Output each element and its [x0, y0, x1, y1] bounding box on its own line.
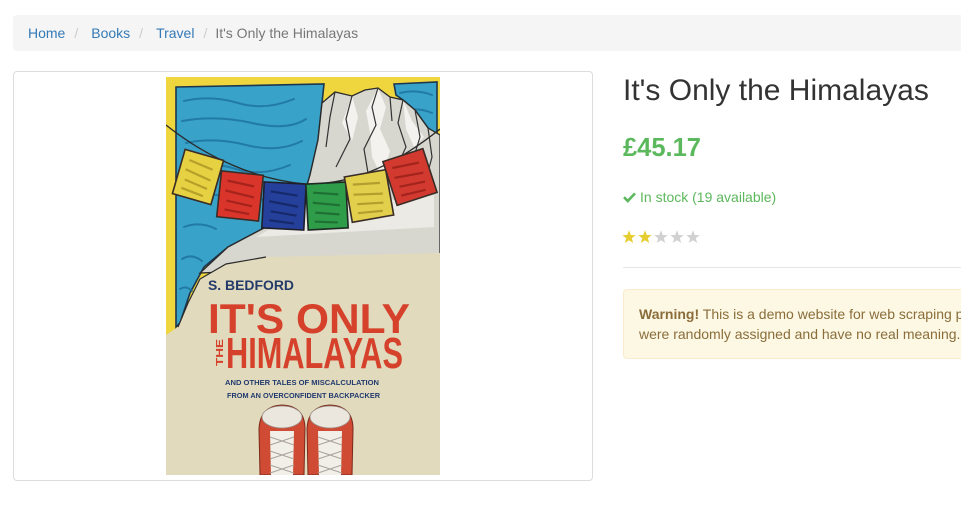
book-cover-image: S. BEDFORD IT'S ONLY THE HIMALAYAS AND O…	[166, 77, 440, 475]
alert-text-line1: This is a demo website for web scraping …	[702, 306, 961, 322]
product-title: It's Only the Himalayas	[623, 74, 929, 107]
prayer-flag	[215, 170, 265, 222]
star-rating	[622, 230, 700, 244]
star-icon	[638, 230, 652, 243]
cover-subtitle-line1: AND OTHER TALES OF MISCALCULATION	[225, 378, 379, 387]
breadcrumb-link-books[interactable]: Books	[91, 23, 130, 43]
alert-line: were randomly assigned and have no real …	[639, 324, 961, 344]
availability-status: In stock (19 available)	[623, 187, 776, 207]
star-icon	[654, 230, 668, 243]
cover-subtitle-line2: FROM AN OVERCONFIDENT BACKPACKER	[227, 391, 380, 400]
star-icon	[686, 230, 700, 243]
cover-author: S. BEDFORD	[208, 278, 294, 293]
alert-line: Warning! This is a demo website for web …	[639, 304, 961, 324]
breadcrumb-current: It's Only the Himalayas	[215, 25, 359, 41]
star-icon	[670, 230, 684, 243]
prayer-flag	[304, 181, 350, 231]
alert-text-line2: were randomly assigned and have no real …	[639, 326, 961, 342]
breadcrumb-link-travel[interactable]: Travel	[156, 23, 194, 43]
product-image-frame: S. BEDFORD IT'S ONLY THE HIMALAYAS AND O…	[13, 71, 593, 481]
breadcrumb-separator: /	[139, 25, 144, 41]
divider	[623, 267, 961, 268]
product-price: £45.17	[623, 134, 701, 162]
breadcrumb-link-home[interactable]: Home	[28, 23, 65, 43]
availability-text: In stock (19 available)	[640, 189, 777, 205]
prayer-flag	[343, 168, 395, 224]
cover-title-line2: HIMALAYAS	[226, 329, 403, 378]
breadcrumb: Home / Books / Travel / It's Only the Hi…	[13, 15, 961, 51]
check-icon	[623, 192, 636, 203]
warning-alert: Warning! This is a demo website for web …	[623, 289, 961, 359]
breadcrumb-separator: /	[203, 25, 208, 41]
breadcrumb-separator: /	[74, 25, 79, 41]
alert-label: Warning!	[639, 306, 700, 322]
prayer-flag	[260, 181, 308, 231]
star-icon	[622, 230, 636, 243]
cover-title-small: THE	[215, 339, 226, 366]
